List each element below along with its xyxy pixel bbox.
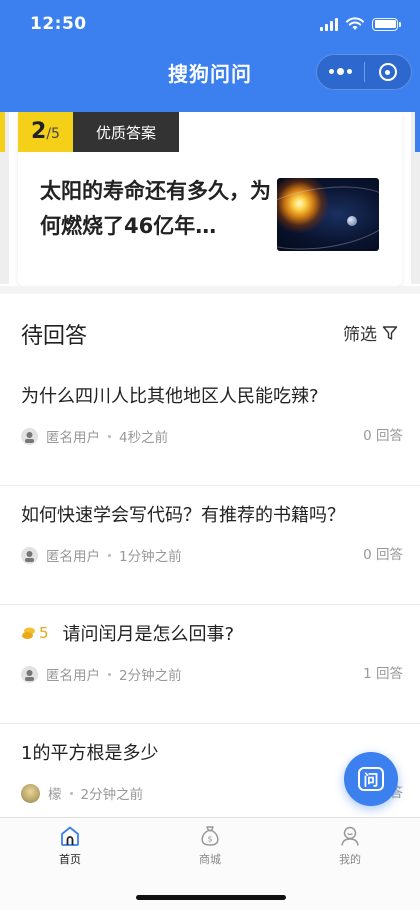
- status-bar: 12:50: [0, 0, 420, 50]
- featured-tag: 优质答案: [73, 112, 179, 152]
- wifi-icon: [346, 17, 364, 30]
- question-text: 如何快速学会写代码？有推荐的书籍吗？: [21, 505, 345, 526]
- answer-count: 0 回答: [363, 428, 403, 444]
- tab-label: 商城: [199, 853, 221, 866]
- tab-mall[interactable]: $ 商城: [170, 824, 250, 874]
- bottom-tab-bar: 首页 $ 商城 我的: [0, 817, 420, 910]
- meta-separator: [108, 434, 111, 438]
- signal-icon: [320, 17, 338, 31]
- home-icon: [61, 826, 79, 846]
- anonymous-avatar-icon: [25, 669, 34, 681]
- money-bag-icon: $: [201, 826, 219, 846]
- question-meta: 匿名用户 4秒之前 0 回答: [21, 426, 403, 446]
- answer-count: 1 回答: [363, 666, 403, 682]
- question-meta: 匿名用户 2分钟之前 1 回答: [21, 664, 403, 684]
- tab-profile[interactable]: 我的: [310, 824, 390, 874]
- question-item[interactable]: 如何快速学会写代码？有推荐的书籍吗？ 匿名用户 1分钟之前 0 回答: [0, 487, 420, 605]
- meta-separator: [108, 672, 111, 676]
- question-user: 檬: [48, 787, 62, 803]
- question-time: 2分钟之前: [80, 787, 144, 803]
- question-title: 为什么四川人比其他地区人民能吃辣?: [21, 382, 319, 408]
- question-title: 1的平方根是多少: [21, 739, 158, 765]
- section-divider: [0, 286, 420, 294]
- question-time: 4秒之前: [119, 430, 169, 446]
- carousel-counter: 2 / 5: [18, 112, 73, 152]
- filter-button[interactable]: 筛选: [343, 320, 398, 345]
- tab-label: 我的: [339, 853, 361, 866]
- mini-program-capsule: [316, 54, 412, 90]
- meta-separator: [108, 553, 111, 557]
- anonymous-avatar-icon: [25, 431, 34, 443]
- avatar: [21, 427, 38, 445]
- app-header: 12:50 搜狗问问: [0, 0, 420, 112]
- question-text: 请问闰月是怎么回事?: [62, 624, 235, 645]
- question-text: 为什么四川人比其他地区人民能吃辣?: [21, 386, 319, 407]
- question-text: 1的平方根是多少: [21, 743, 159, 764]
- question-time: 1分钟之前: [119, 549, 182, 565]
- question-user: 匿名用户: [46, 430, 100, 446]
- filter-label: 筛选: [343, 325, 377, 345]
- user-icon: [341, 826, 359, 846]
- featured-card[interactable]: 2 / 5 优质答案 太阳的寿命还有多久，为何燃烧了46亿年…: [18, 112, 402, 286]
- ask-icon: 问: [358, 767, 384, 791]
- question-meta: 匿名用户 1分钟之前 0 回答: [21, 545, 403, 565]
- carousel-prev-card[interactable]: [0, 112, 9, 284]
- avatar: [21, 665, 38, 683]
- filter-icon: [382, 325, 398, 340]
- coin-icon: [22, 627, 35, 639]
- target-icon: [378, 63, 397, 81]
- question-user: 匿名用户: [46, 549, 100, 565]
- carousel-next-card[interactable]: [411, 112, 420, 284]
- avatar: [21, 783, 40, 803]
- answer-count: 0 回答: [363, 547, 403, 563]
- tab-label: 首页: [59, 853, 81, 866]
- meta-separator: [69, 791, 73, 795]
- counter-current: 2: [31, 119, 47, 144]
- question-time: 2分钟之前: [119, 668, 182, 684]
- question-title: 如何快速学会写代码？有推荐的书籍吗？: [21, 501, 345, 527]
- svg-text:$: $: [207, 835, 212, 844]
- status-time: 12:50: [30, 14, 87, 34]
- section-title: 待回答: [21, 324, 88, 349]
- featured-carousel[interactable]: 2 / 5 优质答案 太阳的寿命还有多久，为何燃烧了46亿年…: [0, 112, 420, 294]
- featured-image: [277, 178, 379, 251]
- ask-question-button[interactable]: 问: [344, 752, 398, 806]
- reward-value: 5: [39, 624, 49, 642]
- more-button[interactable]: [317, 55, 364, 89]
- tab-home[interactable]: 首页: [30, 824, 110, 874]
- status-icons: [320, 16, 401, 32]
- reward-badge: 5: [21, 624, 49, 642]
- anonymous-avatar-icon: [25, 550, 34, 562]
- featured-title: 太阳的寿命还有多久，为何燃烧了46亿年…: [40, 179, 271, 238]
- more-dots-icon: [328, 68, 352, 75]
- home-indicator: [136, 895, 286, 900]
- question-item[interactable]: 5 请问闰月是怎么回事? 匿名用户 2分钟之前 1 回答: [0, 606, 420, 724]
- question-title: 5 请问闰月是怎么回事?: [21, 620, 234, 646]
- battery-icon: [372, 17, 401, 31]
- avatar: [21, 546, 38, 564]
- pending-section-header: 待回答 筛选: [0, 294, 420, 368]
- counter-total: 5: [51, 126, 60, 142]
- question-item[interactable]: 为什么四川人比其他地区人民能吃辣? 匿名用户 4秒之前 0 回答: [0, 368, 420, 486]
- question-user: 匿名用户: [46, 668, 100, 684]
- close-program-button[interactable]: [364, 55, 411, 89]
